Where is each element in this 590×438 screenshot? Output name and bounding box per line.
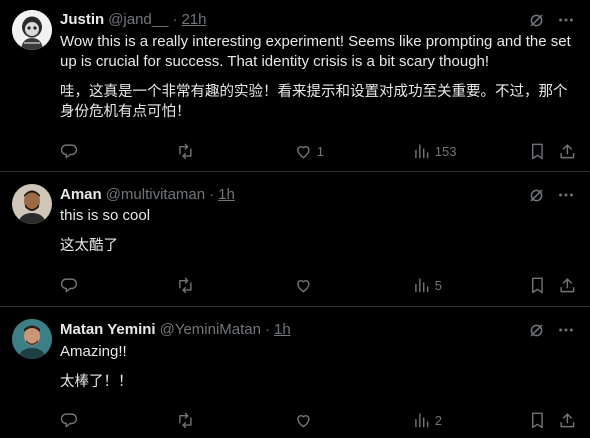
reply-icon bbox=[60, 278, 78, 292]
tweet-text-english: Wow this is a really interesting experim… bbox=[60, 33, 571, 70]
separator-dot: · bbox=[264, 320, 270, 338]
action-bar: 5 bbox=[52, 268, 582, 302]
repost-button[interactable] bbox=[176, 268, 195, 302]
share-button[interactable] bbox=[558, 268, 577, 302]
tweet-text: Wow this is a really interesting experim… bbox=[60, 32, 575, 122]
view-count: 2 bbox=[434, 412, 442, 428]
tweet-header: Matan Yemini @YeminiMatan · 1h bbox=[60, 319, 291, 339]
grok-icon[interactable] bbox=[526, 320, 546, 340]
action-bar: 2 bbox=[52, 403, 582, 437]
like-icon bbox=[297, 414, 310, 427]
tweet-text: this is so cool 这太酷了 bbox=[60, 206, 575, 256]
reply-tweet[interactable]: Aman @multivitaman · 1h this is so cool … bbox=[0, 172, 590, 307]
user-handle[interactable]: @multivitaman bbox=[106, 186, 205, 203]
tweet-header: Justin @jand__ · 21h bbox=[60, 9, 207, 29]
like-button[interactable] bbox=[294, 268, 317, 302]
reply-tweet[interactable]: Matan Yemini @YeminiMatan · 1h Amazing!!… bbox=[0, 307, 590, 438]
repost-icon bbox=[179, 412, 192, 428]
more-icon[interactable] bbox=[556, 320, 576, 340]
view-count: 153 bbox=[434, 143, 457, 159]
views-button[interactable]: 5 bbox=[412, 268, 442, 302]
views-icon bbox=[415, 278, 429, 292]
grok-icon[interactable] bbox=[526, 10, 546, 30]
tweet-top-icons bbox=[516, 320, 576, 340]
grok-icon[interactable] bbox=[526, 185, 546, 205]
tweet-text-chinese: 这太酷了 bbox=[60, 238, 118, 254]
tweet-text-chinese: 太棒了！！ bbox=[60, 374, 133, 390]
like-icon bbox=[297, 145, 310, 158]
repost-icon bbox=[179, 143, 192, 159]
repost-button[interactable] bbox=[176, 403, 195, 437]
like-button[interactable]: 1 bbox=[294, 134, 324, 168]
tweet-header: Aman @multivitaman · 1h bbox=[60, 184, 235, 204]
bookmark-icon bbox=[531, 277, 543, 293]
separator-dot: · bbox=[172, 10, 178, 28]
tweet-text-chinese: 哇，这真是一个非常有趣的实验！看来提示和设置对成功至关重要。不过，那个身份危机有… bbox=[60, 84, 568, 120]
bookmark-button[interactable] bbox=[528, 403, 547, 437]
reply-button[interactable] bbox=[60, 268, 79, 302]
like-icon bbox=[297, 279, 310, 292]
reply-button[interactable] bbox=[60, 134, 79, 168]
bookmark-icon bbox=[531, 143, 543, 159]
user-handle[interactable]: @jand__ bbox=[108, 11, 168, 28]
timestamp[interactable]: 1h bbox=[274, 321, 291, 338]
avatar[interactable] bbox=[12, 184, 52, 224]
reply-icon bbox=[60, 144, 78, 158]
display-name[interactable]: Aman bbox=[60, 186, 102, 203]
timestamp[interactable]: 21h bbox=[181, 11, 206, 28]
tweet-text-english: this is so cool bbox=[60, 207, 151, 224]
tweet-top-icons bbox=[516, 185, 576, 205]
repost-button[interactable] bbox=[176, 134, 195, 168]
reply-icon bbox=[60, 413, 78, 427]
share-icon bbox=[560, 144, 575, 158]
repost-icon bbox=[179, 277, 192, 293]
tweet-text-english: Amazing!! bbox=[60, 343, 127, 360]
more-icon[interactable] bbox=[556, 10, 576, 30]
share-button[interactable] bbox=[558, 134, 577, 168]
share-button[interactable] bbox=[558, 403, 577, 437]
tweet-text: Amazing!! 太棒了！！ bbox=[60, 342, 575, 392]
user-handle[interactable]: @YeminiMatan bbox=[160, 321, 261, 338]
bookmark-button[interactable] bbox=[528, 268, 547, 302]
share-icon bbox=[560, 278, 575, 292]
action-bar: 1 153 bbox=[52, 134, 582, 168]
separator-dot: · bbox=[209, 185, 215, 203]
share-icon bbox=[560, 413, 575, 427]
reply-button[interactable] bbox=[60, 403, 79, 437]
reply-tweet[interactable]: Justin @jand__ · 21h Wow this is a reall… bbox=[0, 0, 590, 172]
view-count: 5 bbox=[434, 277, 442, 293]
views-button[interactable]: 2 bbox=[412, 403, 442, 437]
views-icon bbox=[415, 413, 429, 427]
bookmark-icon bbox=[531, 412, 543, 428]
timestamp[interactable]: 1h bbox=[218, 186, 235, 203]
display-name[interactable]: Justin bbox=[60, 11, 104, 28]
tweet-top-icons bbox=[516, 10, 576, 30]
display-name[interactable]: Matan Yemini bbox=[60, 321, 156, 338]
bookmark-button[interactable] bbox=[528, 134, 547, 168]
views-button[interactable]: 153 bbox=[412, 134, 456, 168]
avatar[interactable] bbox=[12, 319, 52, 359]
like-button[interactable] bbox=[294, 403, 317, 437]
more-icon[interactable] bbox=[556, 185, 576, 205]
views-icon bbox=[415, 144, 429, 158]
like-count: 1 bbox=[316, 143, 324, 159]
avatar[interactable] bbox=[12, 10, 52, 50]
